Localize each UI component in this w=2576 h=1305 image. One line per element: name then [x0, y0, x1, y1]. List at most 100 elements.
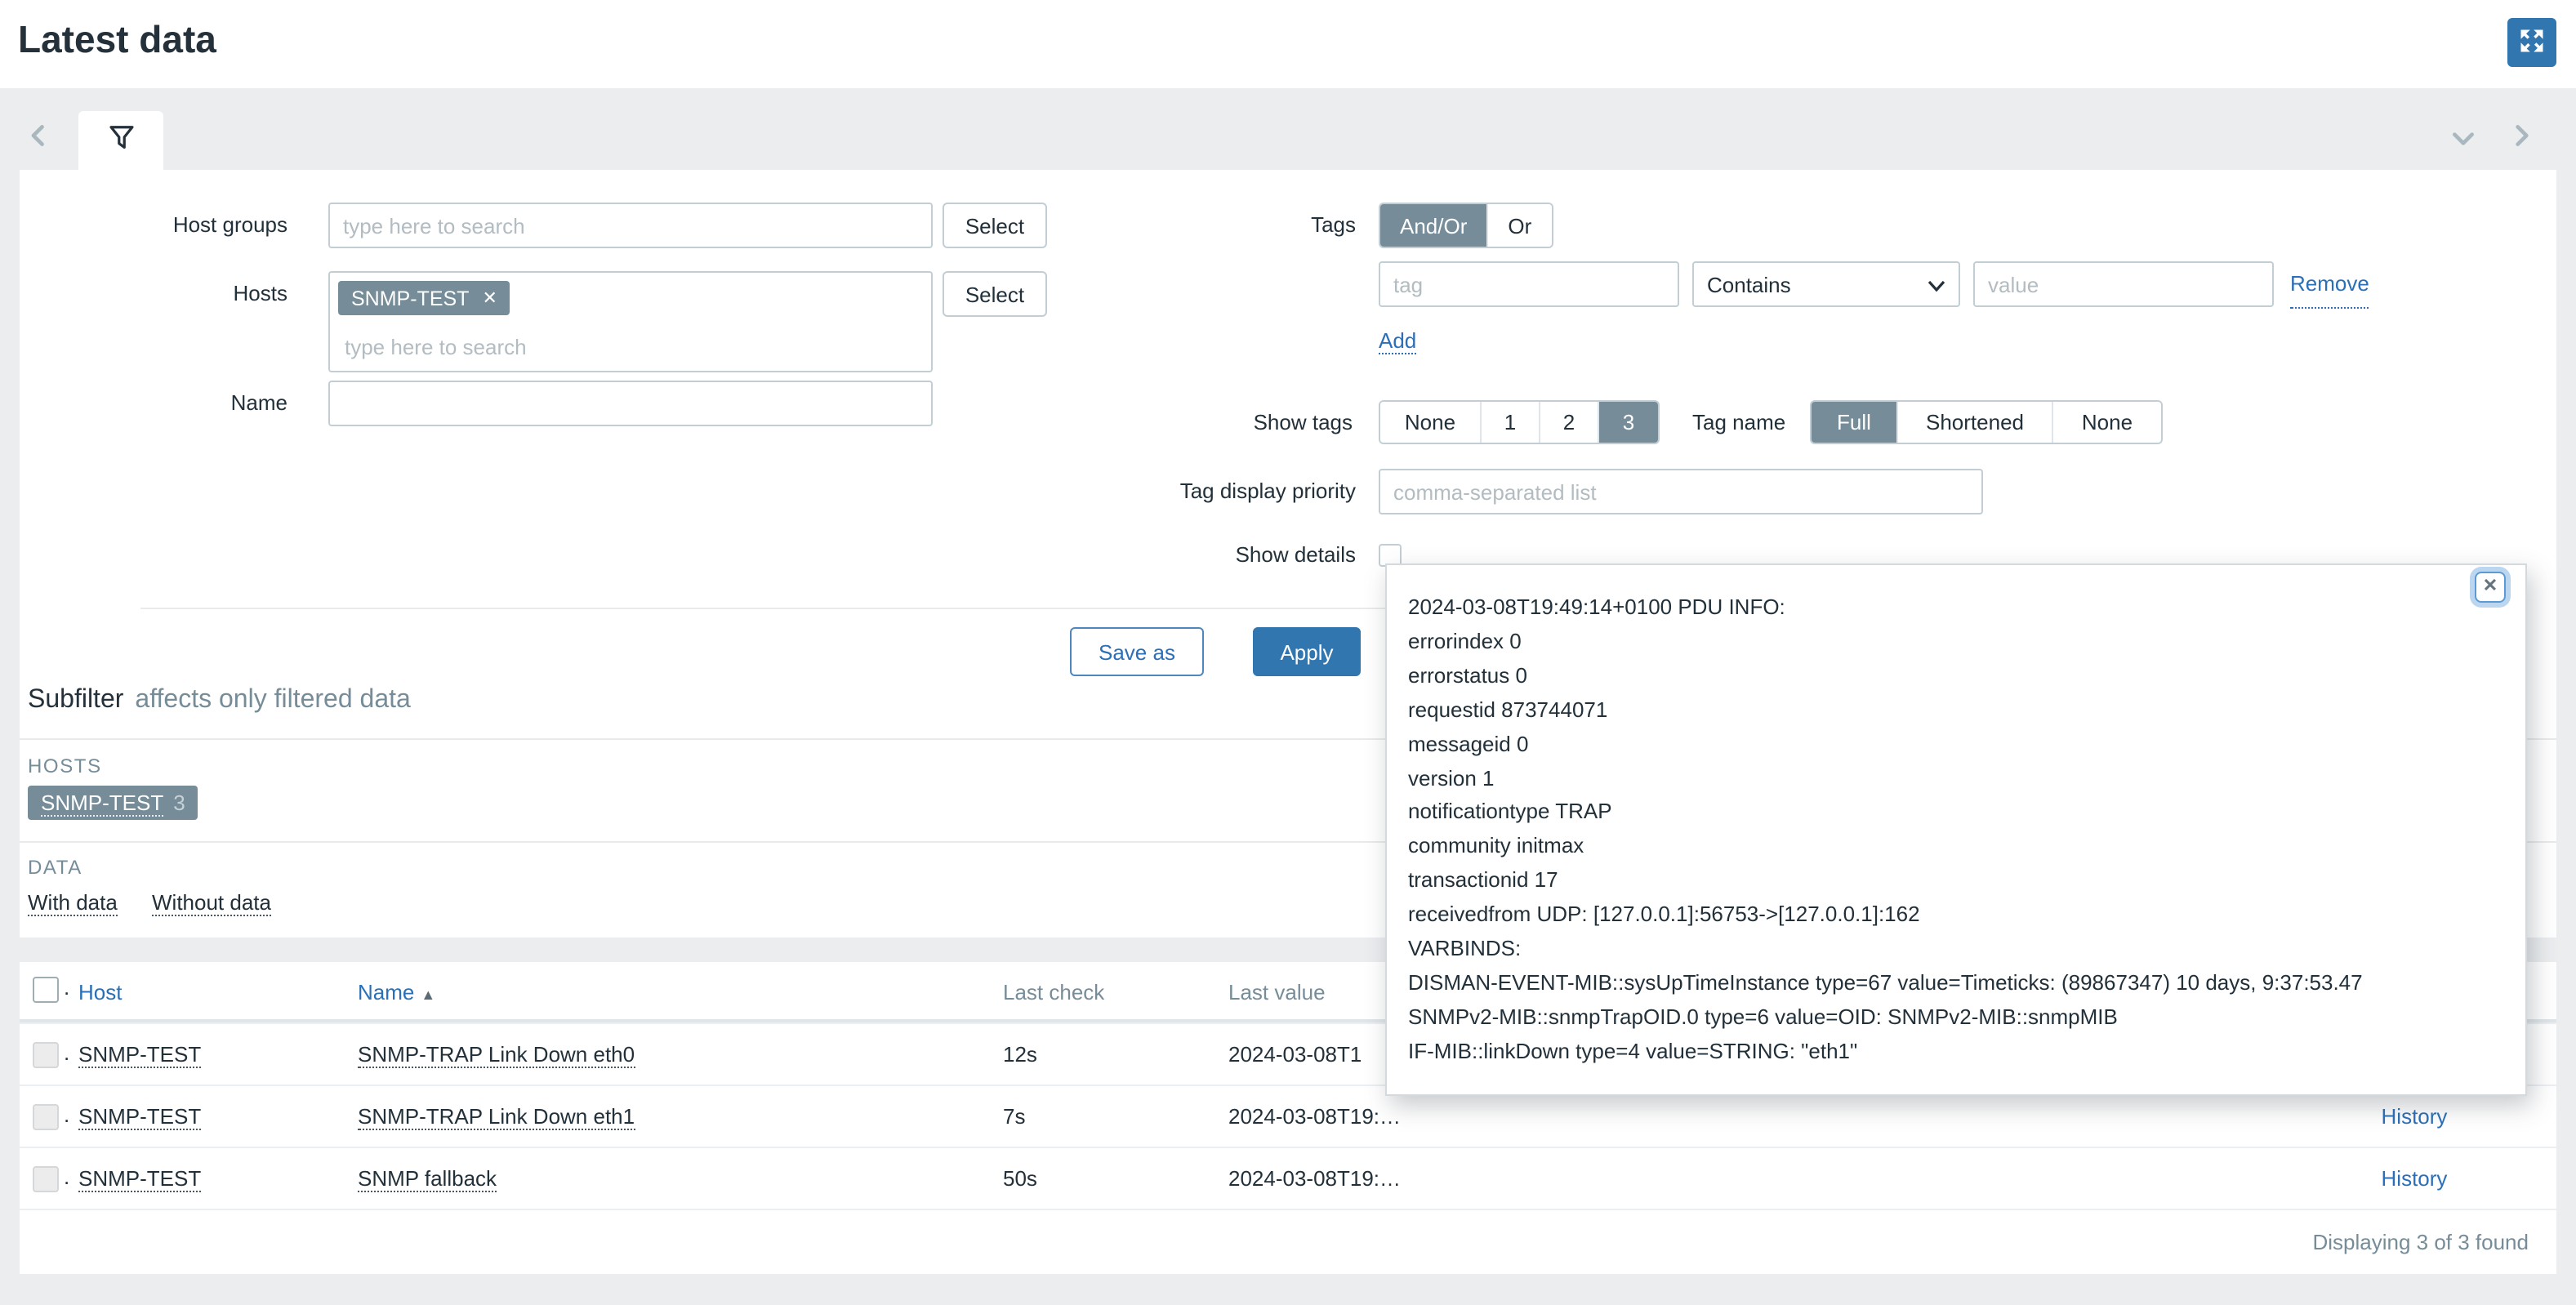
popup-line: 2024-03-08T19:49:14+0100 PDU INFO: — [1408, 591, 2502, 626]
name-input[interactable] — [328, 381, 933, 426]
filter-tab[interactable] — [78, 111, 163, 170]
with-data-link[interactable]: With data — [28, 890, 118, 916]
show-tags-label: Show tags — [1026, 400, 1353, 444]
show-tags-2[interactable]: 2 — [1539, 402, 1598, 443]
host-cell[interactable]: SNMP-TEST — [78, 1148, 201, 1210]
expand-icon — [2517, 25, 2547, 60]
table-footer-count: Displaying 3 of 3 found — [20, 1209, 2556, 1274]
header-last-value: Last value — [1228, 962, 1326, 1022]
tag-name-toggle: Full Shortened None — [1810, 400, 2163, 444]
page-title: Latest data — [18, 18, 216, 62]
show-details-label: Show details — [1029, 539, 1356, 572]
tag-remove-link[interactable]: Remove — [2290, 261, 2369, 309]
host-groups-select-button[interactable]: Select — [943, 203, 1047, 248]
subfilter-host-badge-label[interactable]: SNMP-TEST — [41, 790, 163, 816]
table-row: . SNMP-TEST SNMP fallback 50s 2024-03-08… — [20, 1147, 2556, 1209]
last-check-cell: 12s — [1003, 1024, 1037, 1086]
host-chip[interactable]: SNMP-TEST ✕ — [338, 281, 510, 315]
next-chevron-right-icon[interactable] — [2506, 121, 2538, 154]
tag-display-priority-label: Tag display priority — [1029, 469, 1356, 514]
tag-name-none[interactable]: None — [2052, 402, 2161, 443]
tags-label: Tags — [1062, 203, 1356, 248]
header-marker: . — [64, 975, 69, 1000]
name-label: Name — [20, 381, 287, 426]
popup-line: notificationtype TRAP — [1408, 796, 2502, 831]
title-band: Latest data — [0, 0, 2576, 88]
tag-name-full[interactable]: Full — [1812, 402, 1896, 443]
subfilter-host-badge[interactable]: SNMP-TEST 3 — [28, 786, 198, 820]
filter-funnel-icon — [105, 122, 136, 158]
row-marker: . — [64, 1040, 69, 1065]
host-cell[interactable]: SNMP-TEST — [78, 1024, 201, 1086]
tag-operator-value: Contains — [1707, 272, 1791, 296]
popup-line: messageid 0 — [1408, 728, 2502, 762]
tag-value-input[interactable] — [1973, 261, 2274, 307]
tag-add-link[interactable]: Add — [1379, 328, 1416, 354]
popup-line: version 1 — [1408, 762, 2502, 796]
host-cell[interactable]: SNMP-TEST — [78, 1086, 201, 1148]
show-tags-3[interactable]: 3 — [1598, 402, 1658, 443]
select-all-checkbox[interactable] — [33, 977, 59, 1003]
tag-display-priority-input[interactable] — [1379, 469, 1983, 514]
host-groups-label: Host groups — [20, 203, 287, 248]
collapse-left-chevron-icon[interactable] — [23, 121, 56, 154]
chip-remove-icon[interactable]: ✕ — [482, 287, 497, 309]
popup-close-icon[interactable]: ✕ — [2475, 572, 2506, 603]
hosts-multiselect[interactable]: SNMP-TEST ✕ type here to search — [328, 271, 933, 372]
tags-operator-andor[interactable]: And/Or — [1380, 204, 1486, 247]
tag-name-label: Tag name — [1692, 400, 1794, 444]
popup-line: IF-MIB::linkDown type=4 value=STRING: "e… — [1408, 1036, 2502, 1070]
popup-line: community initmax — [1408, 831, 2502, 865]
last-value-cell: 2024-03-08T19:… — [1228, 1148, 1401, 1210]
row-checkbox[interactable] — [33, 1042, 59, 1068]
last-value-cell: 2024-03-08T19:… — [1228, 1086, 1401, 1148]
tag-name-shortened[interactable]: Shortened — [1896, 402, 2052, 443]
show-tags-toggle: None 1 2 3 — [1379, 400, 1660, 444]
without-data-link[interactable]: Without data — [152, 890, 271, 916]
collapse-filter-chevron-down-icon[interactable] — [2447, 124, 2480, 157]
host-chip-label: SNMP-TEST — [351, 287, 469, 310]
row-checkbox[interactable] — [33, 1166, 59, 1192]
row-marker: . — [64, 1165, 69, 1189]
tags-operator-toggle: And/Or Or — [1379, 203, 1553, 248]
header-name[interactable]: Name▲ — [358, 962, 435, 1026]
show-tags-none[interactable]: None — [1380, 402, 1480, 443]
hosts-placeholder: type here to search — [345, 335, 527, 359]
pdu-info-popup: ✕ 2024-03-08T19:49:14+0100 PDU INFO: err… — [1385, 563, 2527, 1096]
tag-input[interactable] — [1379, 261, 1679, 307]
popup-line: DISMAN-EVENT-MIB::sysUpTimeInstance type… — [1408, 967, 2502, 1001]
header-last-check: Last check — [1003, 962, 1104, 1022]
history-link[interactable]: History — [2290, 1148, 2538, 1210]
show-tags-1[interactable]: 1 — [1480, 402, 1539, 443]
subfilter-note: affects only filtered data — [135, 686, 410, 714]
popup-line: VARBINDS: — [1408, 933, 2502, 967]
apply-button[interactable]: Apply — [1253, 627, 1361, 676]
subfilter-title: Subfilter — [28, 686, 123, 714]
popup-line: receivedfrom UDP: [127.0.0.1]:56753->[12… — [1408, 898, 2502, 933]
item-name-cell[interactable]: SNMP-TRAP Link Down eth0 — [358, 1024, 635, 1086]
subfilter-hosts-heading: HOSTS — [28, 755, 102, 777]
fullscreen-button[interactable] — [2507, 18, 2556, 67]
popup-line: errorindex 0 — [1408, 626, 2502, 660]
select-chevron-down-icon — [1928, 279, 1945, 292]
item-name-cell[interactable]: SNMP-TRAP Link Down eth1 — [358, 1086, 635, 1148]
latest-data-page: Latest data — [0, 0, 2576, 1305]
row-checkbox[interactable] — [33, 1104, 59, 1130]
last-check-cell: 7s — [1003, 1086, 1025, 1148]
subfilter-data-heading: DATA — [28, 856, 82, 879]
popup-line: requestid 873744071 — [1408, 693, 2502, 728]
header-host[interactable]: Host — [78, 962, 122, 1022]
popup-line: transactionid 17 — [1408, 865, 2502, 899]
host-groups-input[interactable] — [328, 203, 933, 248]
tags-operator-or[interactable]: Or — [1486, 204, 1551, 247]
hosts-select-button[interactable]: Select — [943, 271, 1047, 317]
subfilter-heading: Subfilter affects only filtered data — [28, 686, 411, 715]
item-name-cell[interactable]: SNMP fallback — [358, 1148, 497, 1210]
popup-line: SNMPv2-MIB::snmpTrapOID.0 type=6 value=O… — [1408, 1001, 2502, 1036]
sort-asc-icon: ▲ — [421, 987, 435, 1003]
tag-operator-select[interactable]: Contains — [1692, 261, 1960, 307]
save-as-button[interactable]: Save as — [1070, 627, 1204, 676]
row-marker: . — [64, 1102, 69, 1127]
last-check-cell: 50s — [1003, 1148, 1037, 1210]
hosts-label: Hosts — [20, 271, 287, 317]
